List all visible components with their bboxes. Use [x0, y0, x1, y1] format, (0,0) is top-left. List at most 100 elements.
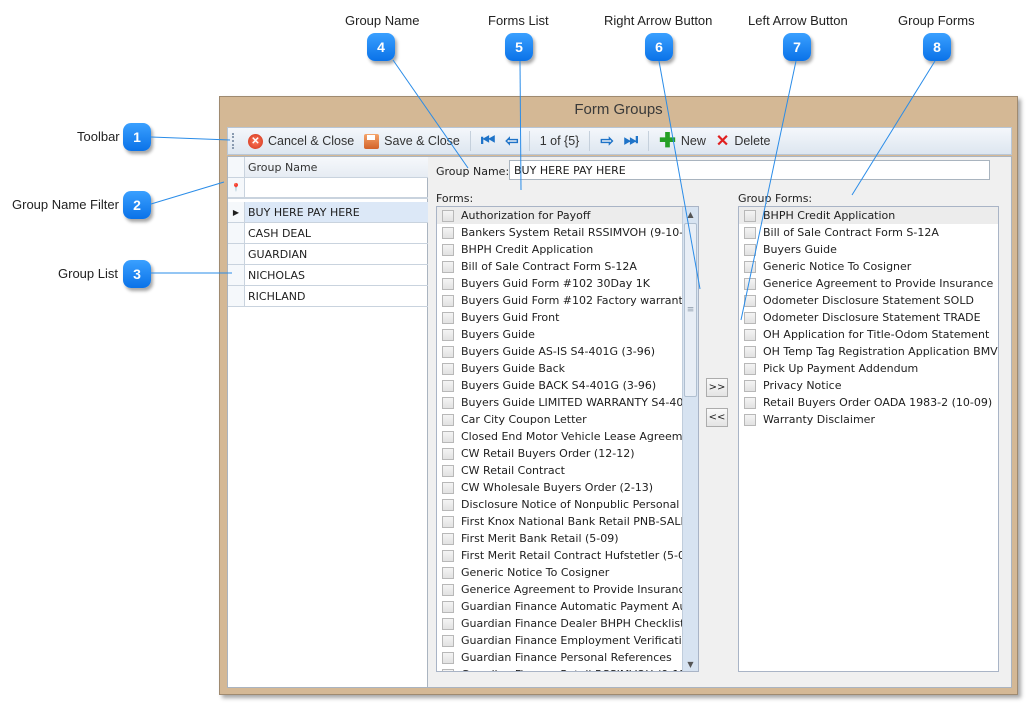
group-name-input[interactable]: BUY HERE PAY HERE — [509, 160, 990, 180]
checkbox[interactable] — [744, 362, 756, 375]
group-list-row[interactable]: ▶ BUY HERE PAY HERE — [228, 202, 428, 223]
scroll-up-icon[interactable]: ▲ — [683, 207, 698, 221]
checkbox[interactable] — [744, 226, 756, 239]
checkbox[interactable] — [744, 345, 756, 358]
checkbox[interactable] — [442, 345, 454, 358]
checkbox[interactable] — [442, 362, 454, 375]
group-form-item[interactable]: Privacy Notice — [739, 377, 998, 394]
form-item[interactable]: Guardian Finance Automatic Payment Autho… — [437, 598, 682, 615]
checkbox[interactable] — [442, 634, 454, 647]
checkbox[interactable] — [744, 260, 756, 273]
checkbox[interactable] — [744, 294, 756, 307]
first-record-icon[interactable]: ⏮ — [476, 132, 500, 150]
checkbox[interactable] — [442, 515, 454, 528]
form-item[interactable]: Guardian Finance Employment Verification — [437, 632, 682, 649]
toolbar-grip[interactable] — [232, 133, 235, 149]
checkbox[interactable] — [744, 379, 756, 392]
column-header-group-name[interactable]: Group Name — [245, 157, 428, 177]
checkbox[interactable] — [442, 600, 454, 613]
group-list-row[interactable]: CASH DEAL — [228, 223, 428, 244]
form-item[interactable]: Bankers System Retail RSSIMVOH (9-10-12) — [437, 224, 682, 241]
form-item[interactable]: Car City Coupon Letter — [437, 411, 682, 428]
group-name-filter-input[interactable] — [245, 178, 428, 197]
save-close-button[interactable]: Save & Close — [359, 133, 465, 149]
form-item[interactable]: Guardian Finance Retail RSSIMVOH (9-12-1… — [437, 666, 682, 671]
form-item[interactable]: Guardian Finance Dealer BHPH Checklist — [437, 615, 682, 632]
checkbox[interactable] — [744, 277, 756, 290]
scroll-down-icon[interactable]: ▼ — [683, 657, 698, 671]
group-form-item[interactable]: OH Application for Title-Odom Statement — [739, 326, 998, 343]
form-item[interactable]: Generic Notice To Cosigner — [437, 564, 682, 581]
checkbox[interactable] — [442, 413, 454, 426]
checkbox[interactable] — [442, 447, 454, 460]
form-item[interactable]: First Merit Retail Contract Hufstetler (… — [437, 547, 682, 564]
cancel-close-button[interactable]: ✕ Cancel & Close — [243, 133, 359, 149]
form-item[interactable]: First Knox National Bank Retail PNB-SALM… — [437, 513, 682, 530]
checkbox[interactable] — [442, 498, 454, 511]
form-item[interactable]: Buyers Guid Front — [437, 309, 682, 326]
checkbox[interactable] — [442, 617, 454, 630]
checkbox[interactable] — [442, 396, 454, 409]
group-form-item[interactable]: Bill of Sale Contract Form S-12A — [739, 224, 998, 241]
new-button[interactable]: ✚ New — [654, 131, 711, 151]
checkbox[interactable] — [442, 430, 454, 443]
checkbox[interactable] — [442, 311, 454, 324]
checkbox[interactable] — [442, 277, 454, 290]
checkbox[interactable] — [442, 226, 454, 239]
checkbox[interactable] — [442, 328, 454, 341]
checkbox[interactable] — [442, 549, 454, 562]
checkbox[interactable] — [744, 396, 756, 409]
form-item[interactable]: CW Retail Buyers Order (12-12) — [437, 445, 682, 462]
group-list-row[interactable]: GUARDIAN — [228, 244, 428, 265]
form-item[interactable]: Buyers Guid Form #102 Factory warranty — [437, 292, 682, 309]
group-form-item[interactable]: Buyers Guide — [739, 241, 998, 258]
group-form-item[interactable]: OH Temp Tag Registration Application BMV… — [739, 343, 998, 360]
form-item[interactable]: Closed End Motor Vehicle Lease Agreement… — [437, 428, 682, 445]
checkbox[interactable] — [442, 566, 454, 579]
group-form-item[interactable]: Pick Up Payment Addendum — [739, 360, 998, 377]
group-list-row[interactable]: NICHOLAS — [228, 265, 428, 286]
checkbox[interactable] — [744, 243, 756, 256]
forms-list[interactable]: Authorization for Payoff Bankers System R… — [436, 206, 699, 672]
form-item[interactable]: First Merit Bank Retail (5-09) — [437, 530, 682, 547]
form-item[interactable]: CW Wholesale Buyers Order (2-13) — [437, 479, 682, 496]
checkbox[interactable] — [442, 260, 454, 273]
checkbox[interactable] — [442, 379, 454, 392]
checkbox[interactable] — [442, 481, 454, 494]
checkbox[interactable] — [744, 328, 756, 341]
previous-record-icon[interactable]: ⇦ — [500, 131, 523, 151]
form-item[interactable]: Guardian Finance Personal References — [437, 649, 682, 666]
form-item[interactable]: CW Retail Contract — [437, 462, 682, 479]
form-item[interactable]: Authorization for Payoff — [437, 207, 682, 224]
scroll-thumb[interactable]: ≡ — [684, 223, 697, 397]
form-item[interactable]: Bill of Sale Contract Form S-12A — [437, 258, 682, 275]
group-form-item[interactable]: Generic Notice To Cosigner — [739, 258, 998, 275]
delete-button[interactable]: ✕ Delete — [711, 131, 776, 151]
checkbox[interactable] — [442, 294, 454, 307]
forms-scrollbar[interactable]: ▲ ≡ ▼ — [682, 207, 698, 671]
checkbox[interactable] — [442, 464, 454, 477]
form-item[interactable]: Generice Agreement to Provide Insurance — [437, 581, 682, 598]
form-item[interactable]: Buyers Guide AS-IS S4-401G (3-96) — [437, 343, 682, 360]
last-record-icon[interactable]: ⏭ — [619, 132, 643, 150]
next-record-icon[interactable]: ⇨ — [595, 131, 618, 151]
checkbox[interactable] — [744, 311, 756, 324]
checkbox[interactable] — [744, 413, 756, 426]
checkbox[interactable] — [442, 243, 454, 256]
group-form-item[interactable]: Odometer Disclosure Statement SOLD — [739, 292, 998, 309]
group-form-item[interactable]: Generice Agreement to Provide Insurance — [739, 275, 998, 292]
group-form-item[interactable]: BHPH Credit Application — [739, 207, 998, 224]
form-item[interactable]: Disclosure Notice of Nonpublic Personal … — [437, 496, 682, 513]
checkbox[interactable] — [442, 209, 454, 222]
form-item[interactable]: Buyers Guide — [437, 326, 682, 343]
checkbox[interactable] — [442, 668, 454, 671]
group-list-row[interactable]: RICHLAND — [228, 286, 428, 307]
move-right-button[interactable]: >> — [706, 378, 728, 397]
group-form-item[interactable]: Warranty Disclaimer — [739, 411, 998, 428]
group-form-item[interactable]: Odometer Disclosure Statement TRADE — [739, 309, 998, 326]
checkbox[interactable] — [442, 651, 454, 664]
move-left-button[interactable]: << — [706, 408, 728, 427]
form-item[interactable]: BHPH Credit Application — [437, 241, 682, 258]
checkbox[interactable] — [442, 583, 454, 596]
form-item[interactable]: Buyers Guid Form #102 30Day 1K — [437, 275, 682, 292]
